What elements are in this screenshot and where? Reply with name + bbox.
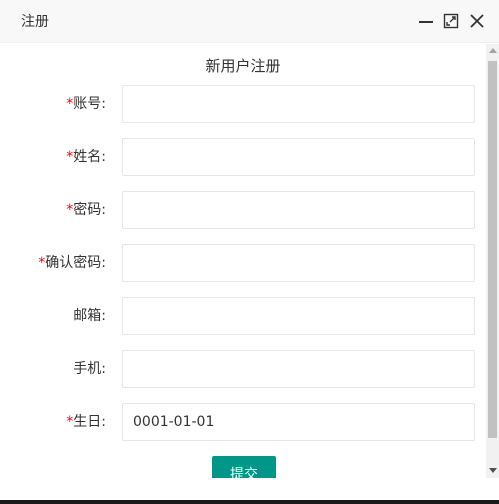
account-input[interactable] <box>122 85 475 123</box>
birthday-label: *生日: <box>66 414 106 430</box>
name-input[interactable] <box>122 138 475 176</box>
minimize-icon[interactable] <box>417 12 435 30</box>
email-input[interactable] <box>122 297 475 335</box>
register-dialog: 注册 新用户注册 *账号: *姓名: *密码: *确认密码: 邮箱: 手机: *… <box>0 0 499 504</box>
confirm-password-input[interactable] <box>122 244 475 282</box>
form-heading: 新用户注册 <box>205 57 281 75</box>
form-row-password: *密码: <box>0 191 486 229</box>
birthday-input[interactable] <box>122 403 475 441</box>
scrollbar-thumb[interactable] <box>488 61 497 438</box>
vertical-scrollbar[interactable] <box>486 44 499 478</box>
form-row-account: *账号: <box>0 85 486 123</box>
email-label: 邮箱: <box>73 308 106 324</box>
name-label: *姓名: <box>66 149 106 165</box>
confirm-password-label: *确认密码: <box>38 255 106 271</box>
scroll-up-icon[interactable] <box>489 48 497 53</box>
phone-label: 手机: <box>73 361 106 377</box>
account-label: *账号: <box>66 96 106 112</box>
dialog-content: 新用户注册 *账号: *姓名: *密码: *确认密码: 邮箱: 手机: *生日: <box>0 44 486 478</box>
form-row-email: 邮箱: <box>0 297 486 335</box>
scroll-down-icon[interactable] <box>489 468 497 473</box>
password-input[interactable] <box>122 191 475 229</box>
form-row-phone: 手机: <box>0 350 486 388</box>
submit-button[interactable]: 提交 <box>212 456 276 478</box>
form-row-confirm-password: *确认密码: <box>0 244 486 282</box>
dialog-titlebar[interactable]: 注册 <box>0 0 499 43</box>
maximize-icon[interactable] <box>442 12 460 30</box>
phone-input[interactable] <box>122 350 475 388</box>
dialog-title: 注册 <box>21 14 49 30</box>
password-label: *密码: <box>66 202 106 218</box>
form-row-name: *姓名: <box>0 138 486 176</box>
window-bottom-edge <box>0 500 499 504</box>
close-icon[interactable] <box>468 12 486 30</box>
form-row-birthday: *生日: <box>0 403 486 441</box>
